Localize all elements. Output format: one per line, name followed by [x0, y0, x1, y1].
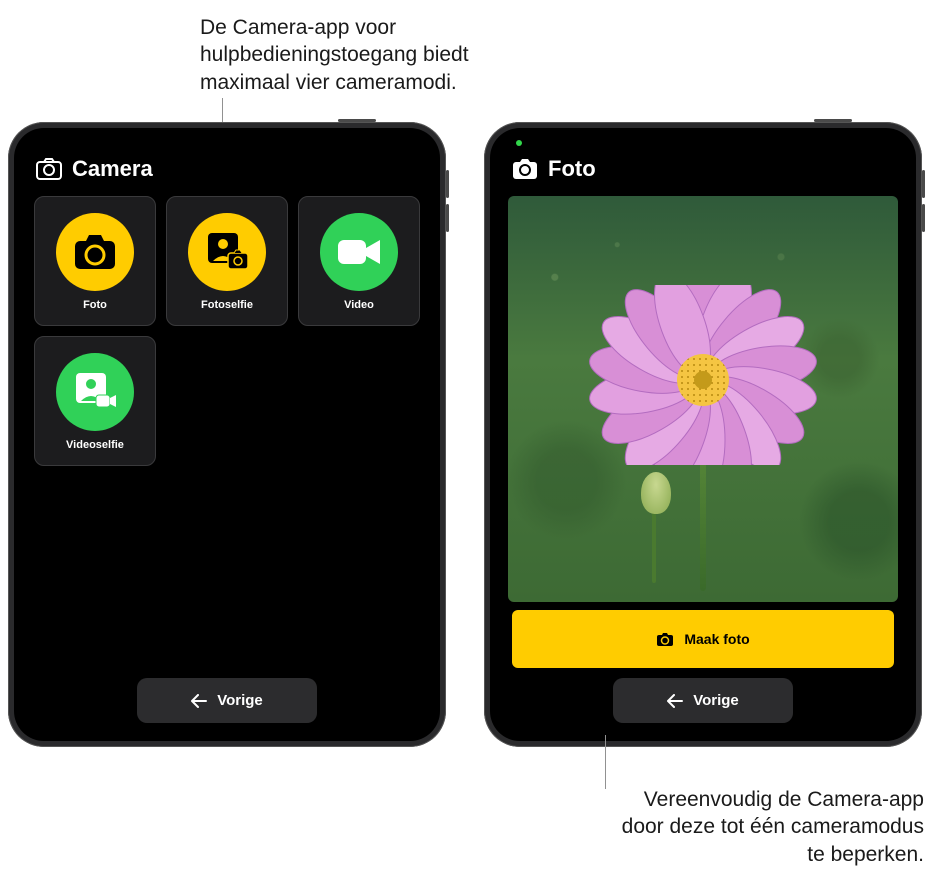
ipad-left: Camera Foto Fotoselfie: [8, 122, 446, 747]
app-title: Foto: [548, 156, 596, 182]
mode-label: Foto: [83, 299, 107, 311]
annotation-bottom: Vereenvoudig de Camera-app door deze tot…: [604, 786, 924, 868]
video-icon: [320, 213, 398, 291]
mode-label: Video: [344, 299, 374, 311]
mode-label: Videoselfie: [66, 439, 124, 451]
callout-line-bottom: [605, 735, 606, 789]
back-label: Vorige: [693, 692, 739, 709]
mode-tile-foto[interactable]: Foto: [34, 196, 156, 326]
device-button: [446, 170, 449, 198]
camera-active-indicator: [516, 140, 522, 146]
device-button: [922, 170, 925, 198]
viewfinder-preview: [508, 196, 898, 602]
screen-right: Foto: [490, 128, 916, 741]
back-label: Vorige: [217, 692, 263, 709]
app-header: Camera: [32, 150, 422, 196]
app-header: Foto: [508, 150, 898, 196]
capture-button[interactable]: Maak foto: [512, 610, 894, 668]
camera-icon: [36, 156, 62, 182]
camera-mode-grid: Foto Fotoselfie Video: [32, 196, 422, 466]
screen-left: Camera Foto Fotoselfie: [14, 128, 440, 741]
camera-icon: [512, 156, 538, 182]
flower-illustration: [588, 285, 818, 465]
camera-icon: [56, 213, 134, 291]
annotation-top: De Camera-app voor hulpbedieningstoegang…: [200, 14, 540, 96]
device-button: [814, 119, 852, 122]
selfie-photo-icon: [188, 213, 266, 291]
ipad-right: Foto: [484, 122, 922, 747]
camera-viewfinder: [508, 196, 898, 602]
arrow-left-icon: [667, 694, 683, 708]
mode-tile-video[interactable]: Video: [298, 196, 420, 326]
back-button[interactable]: Vorige: [137, 678, 317, 723]
capture-label: Maak foto: [684, 631, 749, 647]
ipad-row: Camera Foto Fotoselfie: [0, 122, 934, 747]
mode-tile-fotoselfie[interactable]: Fotoselfie: [166, 196, 288, 326]
device-button: [922, 204, 925, 232]
device-button: [338, 119, 376, 122]
mode-label: Fotoselfie: [201, 299, 253, 311]
mode-tile-videoselfie[interactable]: Videoselfie: [34, 336, 156, 466]
device-button: [446, 204, 449, 232]
selfie-video-icon: [56, 353, 134, 431]
app-title: Camera: [72, 156, 153, 182]
camera-icon: [656, 632, 674, 647]
arrow-left-icon: [191, 694, 207, 708]
back-button[interactable]: Vorige: [613, 678, 793, 723]
